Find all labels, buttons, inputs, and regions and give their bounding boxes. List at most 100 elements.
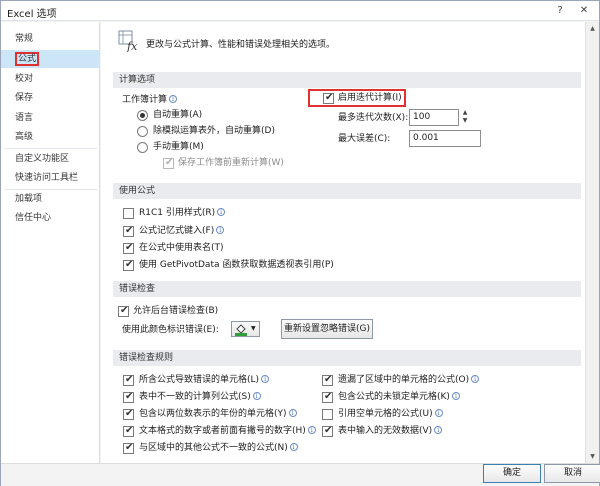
ok-button[interactable]: 确定 bbox=[483, 464, 541, 483]
error-color-picker[interactable]: ▼ bbox=[231, 321, 260, 337]
workbook-calc-text: 工作簿计算 bbox=[122, 95, 168, 105]
info-icon: i bbox=[288, 409, 297, 417]
max-iterations-input[interactable]: 100 bbox=[409, 109, 459, 126]
scroll-up-icon[interactable]: ▲ bbox=[586, 22, 599, 35]
rule-label-invalid-data: 表中输入的无效数据(V) i bbox=[338, 425, 443, 437]
sidebar-item-add-ins[interactable]: 加载项 bbox=[1, 190, 100, 208]
close-button[interactable]: ✕ bbox=[573, 3, 595, 19]
radio-automatic[interactable] bbox=[137, 110, 148, 121]
sidebar-item-label: 快速访问工具栏 bbox=[15, 173, 79, 183]
sidebar-item-label: 信任中心 bbox=[15, 213, 52, 223]
sidebar-item-label: 保存 bbox=[15, 93, 34, 103]
sidebar-item-advanced[interactable]: 高级 bbox=[1, 128, 100, 146]
getpivotdata-checkbox[interactable] bbox=[123, 259, 134, 271]
sidebar-item-quick-access-toolbar[interactable]: 快速访问工具栏 bbox=[1, 169, 100, 187]
help-button[interactable]: ? bbox=[549, 3, 571, 19]
table-names-label: 在公式中使用表名(T) bbox=[139, 243, 224, 253]
rule-text-omits-cells: 遗漏了区域中的单元格的公式(O) bbox=[338, 375, 470, 385]
sidebar-item-formulas[interactable]: 公式 bbox=[1, 50, 100, 68]
sidebar-item-customize-ribbon[interactable]: 自定义功能区 bbox=[1, 150, 100, 168]
r1c1-checkbox[interactable] bbox=[123, 208, 134, 219]
rule-checkbox-two-digit-years[interactable] bbox=[123, 408, 134, 420]
excel-options-dialog: Excel 选项 ? ✕ 常规 公式 校对 保存 语言 高级 自定义功能区 快速… bbox=[0, 0, 600, 486]
rule-text-empty-cells: 引用空单元格的公式(U) bbox=[338, 409, 433, 419]
section-error-checking-rules: 错误检查规则 bbox=[113, 350, 581, 366]
info-icon: i bbox=[451, 392, 460, 400]
radio-manual[interactable] bbox=[137, 142, 148, 153]
sidebar-item-label: 校对 bbox=[15, 74, 34, 84]
sidebar-item-label: 自定义功能区 bbox=[15, 154, 70, 164]
chevron-down-icon: ▼ bbox=[251, 325, 256, 332]
max-change-label: 最大误差(C): bbox=[338, 134, 391, 144]
sidebar-divider bbox=[5, 148, 97, 149]
enable-iterative-checkbox[interactable] bbox=[323, 92, 334, 104]
rule-text-two-digit-years: 包含以两位数表示的年份的单元格(Y) bbox=[139, 409, 287, 419]
rule-text-error-cells: 所含公式导致错误的单元格(L) bbox=[139, 375, 260, 385]
table-names-checkbox[interactable] bbox=[123, 242, 134, 254]
r1c1-label: R1C1 引用样式(R) i bbox=[139, 207, 226, 219]
scroll-down-icon[interactable]: ▼ bbox=[586, 450, 599, 463]
section-calculation-options: 计算选项 bbox=[113, 72, 581, 88]
dialog-footer: 确定 取消 bbox=[1, 463, 600, 486]
rule-checkbox-omits-cells[interactable] bbox=[322, 374, 333, 386]
info-icon: i bbox=[289, 443, 298, 451]
radio-automatic-except-tables[interactable] bbox=[137, 126, 148, 137]
rule-text-inconsistent-column: 表中不一致的计算列公式(S) bbox=[139, 392, 251, 402]
formula-autocomplete-text: 公式记忆式键入(F) bbox=[139, 226, 215, 236]
enable-iterative-label: 启用迭代计算(I) bbox=[338, 93, 402, 103]
rule-text-unlocked-cells: 包含公式的未锁定单元格(K) bbox=[338, 392, 450, 402]
rule-checkbox-numbers-as-text[interactable] bbox=[123, 425, 134, 437]
formula-fx-icon: fx bbox=[118, 30, 138, 52]
info-icon: i bbox=[434, 426, 443, 434]
rule-text-numbers-as-text: 文本格式的数字或者前面有撇号的数字(H) bbox=[139, 426, 306, 436]
sidebar-item-label: 常规 bbox=[15, 34, 34, 44]
sidebar-item-label: 加载项 bbox=[15, 194, 43, 204]
rule-checkbox-invalid-data[interactable] bbox=[322, 425, 333, 437]
rule-checkbox-error-cells[interactable] bbox=[123, 374, 134, 386]
sidebar-item-label: 高级 bbox=[15, 132, 34, 142]
main-panel: fx 更改与公式计算、性能和错误处理相关的选项。 计算选项 工作簿计算 i 自动重… bbox=[101, 22, 599, 463]
rule-label-unlocked-cells: 包含公式的未锁定单元格(K) i bbox=[338, 391, 460, 403]
max-change-input[interactable]: 0.001 bbox=[409, 130, 481, 147]
section-error-checking: 错误检查 bbox=[113, 281, 581, 297]
enable-bg-error-checking-checkbox[interactable] bbox=[118, 305, 129, 317]
page-description: 更改与公式计算、性能和错误处理相关的选项。 bbox=[146, 40, 336, 50]
rule-checkbox-inconsistent-column[interactable] bbox=[123, 391, 134, 403]
radio-manual-label: 手动重算(M) bbox=[153, 142, 204, 152]
info-icon: i bbox=[252, 392, 261, 400]
workbook-calc-label: 工作簿计算 i bbox=[122, 94, 178, 106]
info-icon: i bbox=[434, 409, 443, 417]
recalc-before-save-label: 保存工作簿前重新计算(W) bbox=[178, 158, 284, 168]
sidebar-item-label: 公式 bbox=[15, 52, 40, 66]
formula-autocomplete-checkbox[interactable] bbox=[123, 225, 134, 237]
rule-label-inconsistent-region: 与区域中的其他公式不一致的公式(N) i bbox=[139, 442, 298, 454]
spin-up-icon[interactable]: ▲ bbox=[460, 109, 470, 117]
radio-automatic-label: 自动重算(A) bbox=[153, 110, 203, 120]
info-icon: i bbox=[261, 375, 270, 383]
reset-ignored-errors-button[interactable]: 重新设置忽略错误(G) bbox=[281, 319, 373, 339]
window-title: Excel 选项 bbox=[7, 9, 57, 20]
sidebar-item-language[interactable]: 语言 bbox=[1, 109, 100, 127]
max-iterations-label: 最多迭代次数(X): bbox=[338, 113, 409, 123]
rule-checkbox-empty-cells[interactable] bbox=[322, 409, 333, 420]
max-iterations-spinner[interactable]: ▲ ▼ bbox=[460, 109, 470, 126]
formula-autocomplete-label: 公式记忆式键入(F) i bbox=[139, 225, 225, 237]
rule-label-error-cells: 所含公式导致错误的单元格(L) i bbox=[139, 374, 270, 386]
rule-label-numbers-as-text: 文本格式的数字或者前面有撇号的数字(H) i bbox=[139, 425, 316, 437]
info-icon: i bbox=[216, 226, 225, 234]
section-working-with-formulas: 使用公式 bbox=[113, 183, 581, 199]
sidebar-item-proofing[interactable]: 校对 bbox=[1, 70, 100, 88]
recalc-before-save-checkbox[interactable] bbox=[163, 157, 174, 169]
getpivotdata-label: 使用 GetPivotData 函数获取数据透视表引用(P) bbox=[139, 260, 334, 270]
rule-checkbox-inconsistent-region[interactable] bbox=[123, 442, 134, 454]
cancel-button[interactable]: 取消 bbox=[544, 464, 600, 483]
sidebar-item-label: 语言 bbox=[15, 113, 34, 123]
sidebar-item-general[interactable]: 常规 bbox=[1, 30, 100, 48]
rule-label-inconsistent-column: 表中不一致的计算列公式(S) i bbox=[139, 391, 261, 403]
rule-checkbox-unlocked-cells[interactable] bbox=[322, 391, 333, 403]
sidebar-item-save[interactable]: 保存 bbox=[1, 89, 100, 107]
rule-label-empty-cells: 引用空单元格的公式(U) i bbox=[338, 408, 443, 420]
spin-down-icon[interactable]: ▼ bbox=[460, 117, 470, 125]
vertical-scrollbar[interactable]: ▲ ▼ bbox=[585, 22, 599, 463]
sidebar-item-trust-center[interactable]: 信任中心 bbox=[1, 209, 100, 227]
